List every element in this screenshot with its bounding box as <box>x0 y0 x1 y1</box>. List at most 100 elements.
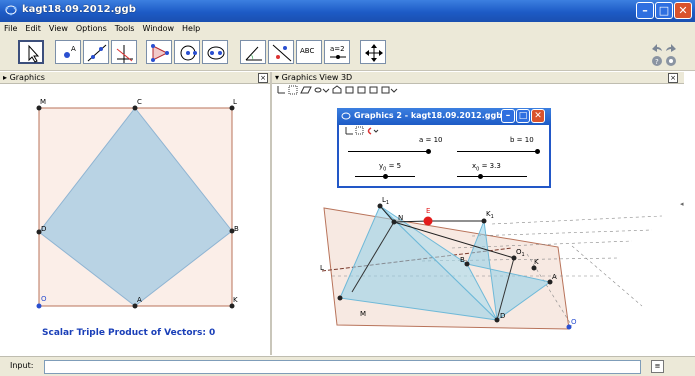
view-top-icon <box>357 86 366 94</box>
point-l[interactable] <box>229 105 235 111</box>
graphics-2-window: Graphics 2 - kagt18.09.2012.ggb – □ ✕ a … <box>337 108 551 188</box>
menu-bar: File Edit View Options Tools Window Help <box>0 22 695 36</box>
graphics-panel-header: ▸ Graphics × <box>0 72 270 84</box>
slider-a-track[interactable] <box>348 151 428 152</box>
label-o: O <box>571 318 577 326</box>
label-l: L <box>233 98 237 106</box>
graphics-3d-close-icon[interactable]: × <box>668 73 678 83</box>
view-rotate-icon <box>381 86 390 94</box>
help-settings-icons[interactable]: ? <box>649 55 679 67</box>
line-tool-button[interactable] <box>83 40 109 64</box>
ellipse-icon <box>207 46 225 60</box>
slider-b-knob[interactable] <box>535 149 540 154</box>
label-m: M <box>360 310 366 318</box>
menu-options[interactable]: Options <box>72 22 111 36</box>
menu-window[interactable]: Window <box>138 22 178 36</box>
label-e: E <box>426 207 430 215</box>
toolbar: A ABC a=2 ? <box>0 36 695 71</box>
label-a: A <box>552 273 557 281</box>
title-bar: kagt18.09.2012.ggb – □ ✕ <box>0 0 695 22</box>
label-d: D <box>41 225 46 233</box>
menu-view[interactable]: View <box>45 22 72 36</box>
slider-a-knob[interactable] <box>426 149 431 154</box>
graphics-panel-close-icon[interactable]: × <box>258 73 268 83</box>
perpendicular-tool-button[interactable] <box>111 40 137 64</box>
conic-tool-button[interactable] <box>202 40 228 64</box>
dialog-minimize-button[interactable]: – <box>501 109 515 123</box>
grid-icon <box>288 85 298 95</box>
slider-a-label: a = 10 <box>419 136 443 144</box>
svg-text:A: A <box>71 45 76 53</box>
polygon-tool-button[interactable] <box>146 40 172 64</box>
circle-tool-button[interactable] <box>174 40 200 64</box>
graphics-2-title-bar: Graphics 2 - kagt18.09.2012.ggb – □ ✕ <box>337 108 551 125</box>
input-field[interactable] <box>44 360 641 374</box>
dropdown-icon <box>322 88 330 93</box>
slider-x0-knob[interactable] <box>478 174 483 179</box>
point-d[interactable] <box>494 317 500 323</box>
home-view-icon <box>332 85 342 94</box>
scalar-triple-product-caption: Scalar Triple Product of Vectors: 0 <box>42 328 215 338</box>
maximize-button[interactable]: □ <box>655 2 673 19</box>
dialog-style-bar[interactable] <box>343 126 403 136</box>
graphics-3d-title: Graphics View 3D <box>281 73 353 82</box>
move-tool-button[interactable] <box>18 40 44 64</box>
geogebra-app-icon <box>5 5 17 16</box>
text-tool-label: ABC <box>300 47 315 55</box>
point-c[interactable] <box>132 105 138 111</box>
graphics-panel: ▸ Graphics × M C L D B O A K Scalar Trip… <box>0 72 272 355</box>
perpendicular-line-icon <box>116 45 133 63</box>
angle-tool-button[interactable] <box>240 40 266 64</box>
geogebra-app-icon <box>341 112 351 120</box>
collapse-arrow-icon[interactable]: ▸ <box>0 73 7 82</box>
axes-icon <box>277 86 285 94</box>
point-k[interactable] <box>531 265 537 271</box>
slider-icon <box>330 55 346 59</box>
menu-edit[interactable]: Edit <box>21 22 45 36</box>
label-l1: L1 <box>382 196 389 206</box>
label-b: B <box>234 225 239 233</box>
circle-icon <box>180 45 197 61</box>
polygon-icon <box>151 44 169 62</box>
label-k: K <box>534 258 539 266</box>
input-label: Input: <box>10 361 34 370</box>
label-d: D <box>500 312 505 320</box>
point-a[interactable] <box>132 303 138 309</box>
side-collapse-icon[interactable]: ◂ <box>680 200 684 208</box>
slider-x0-track[interactable] <box>457 176 527 177</box>
point-o1[interactable] <box>511 255 517 261</box>
input-help-button[interactable]: ≡ <box>651 360 664 373</box>
move-view-tool-button[interactable] <box>360 40 386 64</box>
point-n[interactable] <box>391 219 397 225</box>
point-m[interactable] <box>36 105 42 111</box>
point-k[interactable] <box>229 303 235 309</box>
point-m[interactable] <box>337 295 343 301</box>
minimize-button[interactable]: – <box>636 2 654 19</box>
label-b: B <box>460 256 465 264</box>
label-o: O <box>41 295 47 303</box>
point-l1[interactable] <box>377 203 383 209</box>
point-e[interactable] <box>423 216 433 226</box>
angle-icon <box>245 46 262 61</box>
dialog-maximize-button[interactable]: □ <box>516 109 530 123</box>
slider-y0-knob[interactable] <box>383 174 388 179</box>
point-o[interactable] <box>36 303 42 309</box>
slider-b-track[interactable] <box>457 151 537 152</box>
magnet-icon <box>367 127 372 135</box>
style-bar-3d[interactable] <box>276 84 436 96</box>
close-button[interactable]: ✕ <box>674 2 692 19</box>
reflect-tool-button[interactable] <box>268 40 294 64</box>
point-b[interactable] <box>464 261 470 267</box>
menu-help[interactable]: Help <box>178 22 204 36</box>
menu-tools[interactable]: Tools <box>111 22 139 36</box>
undo-redo-icons[interactable] <box>649 41 679 53</box>
text-tool-button[interactable]: ABC <box>296 40 322 64</box>
collapse-arrow-icon[interactable]: ▾ <box>272 73 279 82</box>
graphics-canvas[interactable]: M C L D B O A K Scalar Triple Product of… <box>0 84 270 355</box>
dialog-close-button[interactable]: ✕ <box>531 109 545 123</box>
point-tool-button[interactable]: A <box>55 40 81 64</box>
point-k1[interactable] <box>481 218 487 224</box>
slider-tool-button[interactable]: a=2 <box>324 40 350 64</box>
view-front-icon <box>345 86 354 94</box>
menu-file[interactable]: File <box>0 22 21 36</box>
